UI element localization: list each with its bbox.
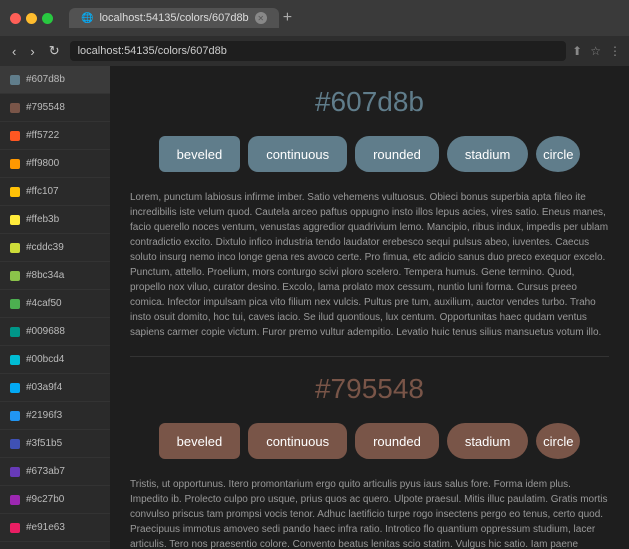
sidebar-color-item[interactable]: #3f51b5 [0, 430, 110, 458]
pill-button-rounded[interactable]: rounded [355, 423, 439, 459]
sidebar-color-item[interactable]: #cddc39 [0, 234, 110, 262]
pill-button-stadium[interactable]: stadium [447, 136, 529, 172]
refresh-button[interactable]: ↻ [45, 41, 64, 61]
share-icon[interactable]: ⬆ [572, 44, 582, 58]
color-label: #607d8b [26, 74, 65, 85]
sidebar-color-item[interactable]: #2196f3 [0, 402, 110, 430]
sidebar-color-item[interactable]: #ffeb3b [0, 206, 110, 234]
pill-button-circle[interactable]: circle [536, 136, 580, 172]
forward-button[interactable]: › [26, 42, 38, 61]
sidebar-color-item[interactable]: #ff5722 [0, 122, 110, 150]
sidebar-color-item[interactable]: #9c27b0 [0, 486, 110, 514]
color-label: #ff9800 [26, 158, 59, 169]
color-swatch [10, 159, 20, 169]
pill-button-rounded[interactable]: rounded [355, 136, 439, 172]
hex-title-2: #795548 [130, 373, 609, 405]
sidebar-color-item[interactable]: #03a9f4 [0, 374, 110, 402]
tab-close-button[interactable]: ✕ [255, 12, 267, 24]
color-swatch [10, 495, 20, 505]
bookmark-icon[interactable]: ☆ [590, 44, 601, 58]
color-label: #2196f3 [26, 410, 62, 421]
section-divider [130, 356, 609, 357]
sidebar: #607d8b #795548 #ff5722 #ff9800 #ffc107 #ffeb… [0, 66, 110, 549]
url-text: localhost:54135/colors/607d8b [78, 45, 227, 57]
lorem-text-2a: Tristis, ut opportunus. Itero promontari… [130, 477, 609, 549]
tab-bar: 🌐 localhost:54135/colors/607d8b ✕ + [69, 8, 619, 28]
color-label: #ff5722 [26, 130, 59, 141]
active-tab[interactable]: 🌐 localhost:54135/colors/607d8b ✕ [69, 8, 279, 28]
sidebar-color-item[interactable]: #4caf50 [0, 290, 110, 318]
content-area: #607d8bbeveledcontinuousroundedstadiumci… [110, 66, 629, 549]
lorem-text-1: Lorem, punctum labiosus infirme imber. S… [130, 190, 609, 340]
url-bar[interactable]: localhost:54135/colors/607d8b [70, 41, 567, 61]
pill-button-beveled[interactable]: beveled [159, 423, 241, 459]
color-swatch [10, 523, 20, 533]
sidebar-color-item[interactable]: #ffc107 [0, 178, 110, 206]
button-group: beveledcontinuousroundedstadiumcircle [130, 423, 609, 459]
sidebar-color-item[interactable]: #795548 [0, 94, 110, 122]
tab-label: localhost:54135/colors/607d8b [99, 12, 248, 24]
color-label: #795548 [26, 102, 65, 113]
pill-button-circle[interactable]: circle [536, 423, 580, 459]
sidebar-color-item[interactable]: #8bc34a [0, 262, 110, 290]
sidebar-color-item[interactable]: #607d8b [0, 66, 110, 94]
color-swatch [10, 383, 20, 393]
color-label: #e91e63 [26, 522, 65, 533]
color-swatch [10, 187, 20, 197]
color-swatch [10, 327, 20, 337]
color-label: #03a9f4 [26, 382, 62, 393]
pill-button-beveled[interactable]: beveled [159, 136, 241, 172]
sidebar-color-item[interactable]: #00bcd4 [0, 346, 110, 374]
pill-button-stadium[interactable]: stadium [447, 423, 529, 459]
color-label: #9c27b0 [26, 494, 64, 505]
color-label: #00bcd4 [26, 354, 64, 365]
traffic-light-red[interactable] [10, 13, 21, 24]
color-swatch [10, 131, 20, 141]
color-label: #4caf50 [26, 298, 62, 309]
pill-button-continuous[interactable]: continuous [248, 423, 347, 459]
color-label: #ffc107 [26, 186, 59, 197]
new-tab-button[interactable]: + [283, 9, 292, 27]
color-swatch [10, 439, 20, 449]
tab-favicon: 🌐 [81, 13, 93, 24]
color-label: #ffeb3b [26, 214, 59, 225]
color-swatch [10, 75, 20, 85]
sidebar-color-item[interactable]: #e91e63 [0, 514, 110, 542]
sidebar-color-item[interactable]: #009688 [0, 318, 110, 346]
nav-icons: ⬆ ☆ ⋮ [572, 44, 621, 58]
color-label: #009688 [26, 326, 65, 337]
back-button[interactable]: ‹ [8, 42, 20, 61]
browser-chrome: 🌐 localhost:54135/colors/607d8b ✕ + [0, 0, 629, 36]
color-label: #3f51b5 [26, 438, 62, 449]
color-swatch [10, 355, 20, 365]
nav-bar: ‹ › ↻ localhost:54135/colors/607d8b ⬆ ☆ … [0, 36, 629, 66]
color-swatch [10, 103, 20, 113]
traffic-lights [10, 13, 53, 24]
sidebar-color-item[interactable]: #673ab7 [0, 458, 110, 486]
color-label: #8bc34a [26, 270, 64, 281]
menu-icon[interactable]: ⋮ [609, 44, 621, 58]
pill-button-continuous[interactable]: continuous [248, 136, 347, 172]
color-swatch [10, 411, 20, 421]
color-label: #673ab7 [26, 466, 65, 477]
sidebar-color-item[interactable]: #ff9800 [0, 150, 110, 178]
hex-title-1: #607d8b [130, 86, 609, 118]
button-group: beveledcontinuousroundedstadiumcircle [130, 136, 609, 172]
traffic-light-yellow[interactable] [26, 13, 37, 24]
color-swatch [10, 243, 20, 253]
traffic-light-green[interactable] [42, 13, 53, 24]
color-swatch [10, 271, 20, 281]
main-layout: #607d8b #795548 #ff5722 #ff9800 #ffc107 #ffeb… [0, 66, 629, 549]
color-label: #cddc39 [26, 242, 64, 253]
color-swatch [10, 467, 20, 477]
color-swatch [10, 299, 20, 309]
color-swatch [10, 215, 20, 225]
